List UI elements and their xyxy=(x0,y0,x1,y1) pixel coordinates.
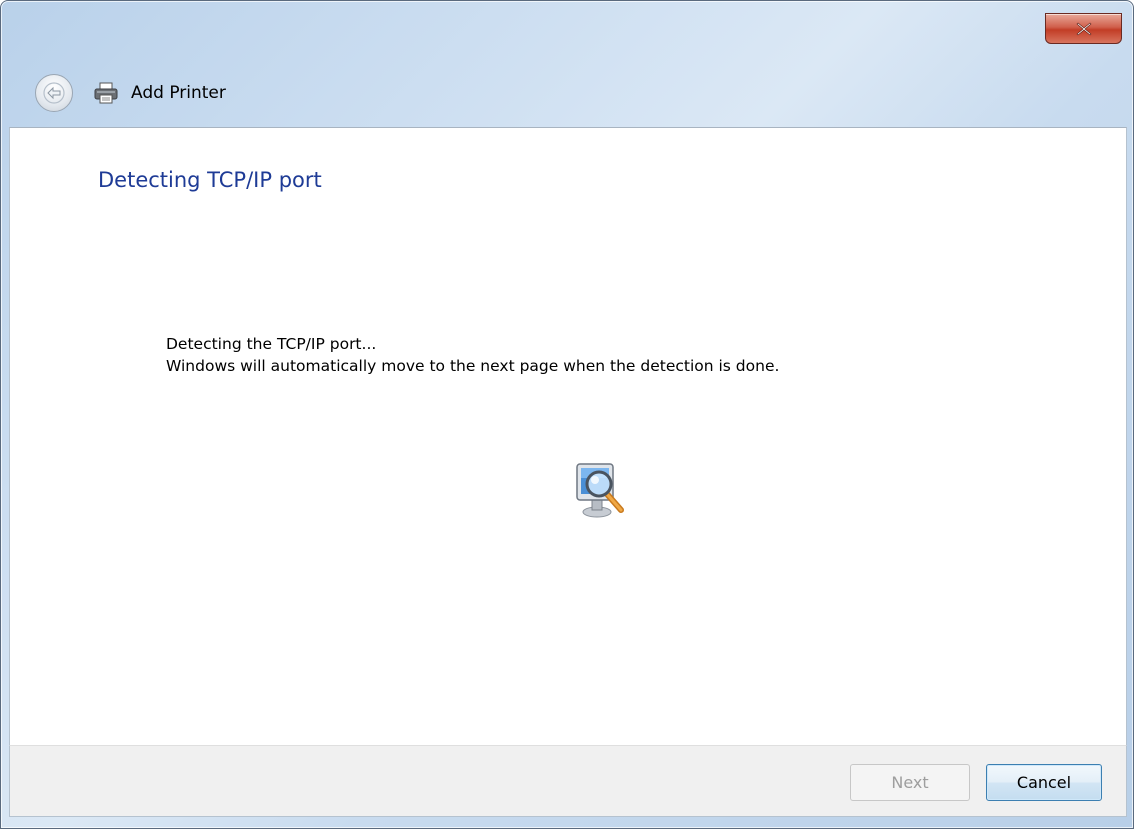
close-icon xyxy=(1076,22,1091,35)
page-heading: Detecting TCP/IP port xyxy=(98,168,322,192)
status-line-1: Detecting the TCP/IP port... xyxy=(166,335,377,353)
next-button[interactable]: Next xyxy=(850,764,970,801)
add-printer-window: Add Printer Detecting TCP/IP port Detect… xyxy=(0,0,1134,829)
status-message: Detecting the TCP/IP port... Windows wil… xyxy=(166,333,779,377)
window-title: Add Printer xyxy=(131,83,226,103)
computer-magnifier-icon xyxy=(576,463,624,518)
close-button[interactable] xyxy=(1045,13,1122,44)
back-button[interactable] xyxy=(35,74,73,112)
wizard-footer: Next Cancel xyxy=(9,745,1127,817)
back-arrow-icon xyxy=(43,82,65,104)
cancel-button[interactable]: Cancel xyxy=(986,764,1102,801)
printer-icon xyxy=(94,82,118,104)
status-line-2: Windows will automatically move to the n… xyxy=(166,357,780,375)
wizard-content: Detecting TCP/IP port Detecting the TCP/… xyxy=(9,127,1127,745)
